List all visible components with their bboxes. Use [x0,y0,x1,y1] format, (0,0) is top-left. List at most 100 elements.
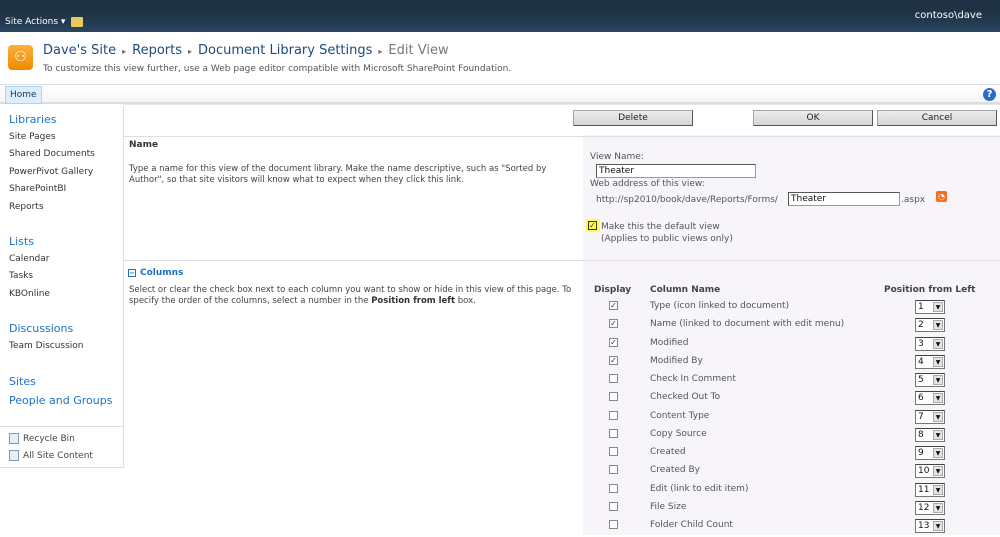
tab-home[interactable]: Home [5,86,42,104]
position-value: 12 [918,502,930,513]
nav-kbonline[interactable]: KBOnline [9,289,50,299]
desc-text: Select or clear the check box next to ea… [129,285,572,306]
divider [124,136,1000,137]
position-value: 9 [918,448,924,458]
url-suffix: .aspx [901,195,926,205]
breadcrumb: Dave's Site ▸ Reports ▸ Document Library Set… [43,43,449,58]
nav-libraries[interactable]: Libraries [9,113,57,126]
column-row: Checked Out To 6 ▼ [585,391,1000,409]
site-logo-icon[interactable]: ⚇ [8,45,33,70]
navigate-up-icon[interactable] [71,17,83,27]
display-checkbox[interactable] [609,501,618,511]
display-checkbox[interactable]: ✓ [609,319,618,329]
position-select[interactable]: 6 ▼ [915,391,945,406]
name-section-heading: Name [129,140,159,150]
position-select[interactable]: 9 ▼ [915,446,945,460]
dropdown-arrow-icon: ▼ [933,375,943,385]
dropdown-arrow-icon: ▼ [933,356,943,367]
breadcrumb-reports[interactable]: Reports [132,43,182,58]
nav-powerpivot-gallery[interactable]: PowerPivot Gallery [9,167,93,177]
cancel-button[interactable]: Cancel [877,110,997,126]
column-row: File Size 12 ▼ [585,500,1000,519]
display-checkbox[interactable] [609,392,618,402]
position-value: 13 [918,521,930,531]
column-name: Folder Child Count [650,520,733,530]
dropdown-arrow-icon: ▼ [933,484,943,495]
nav-sites[interactable]: Sites [9,375,36,388]
default-view-note: (Applies to public views only) [601,234,733,244]
column-name: Type (icon linked to document) [650,301,790,311]
nav-tasks[interactable]: Tasks [9,271,33,281]
column-name: Checked Out To [650,392,721,403]
nav-recycle-bin[interactable]: Recycle Bin [9,433,75,444]
column-row: Content Type 7 ▼ [585,409,1000,428]
position-select[interactable]: 5 ▼ [915,373,945,387]
ok-button[interactable]: OK [753,110,873,126]
position-select[interactable]: 2 ▼ [915,318,945,333]
nav-lists[interactable]: Lists [9,235,34,248]
help-icon[interactable]: ? [983,88,996,101]
columns-section-toggle[interactable]: − Columns [128,268,183,278]
display-checkbox[interactable]: ✓ [609,355,618,365]
nav-reports[interactable]: Reports [9,202,44,212]
columns-heading: Columns [140,268,184,278]
ribbon-tab-bar [0,85,1000,104]
web-address-input[interactable] [788,192,900,206]
position-select[interactable]: 13 ▼ [915,519,945,533]
breadcrumb-site[interactable]: Dave's Site [43,43,116,58]
display-checkbox[interactable] [609,447,618,456]
display-checkbox[interactable] [609,520,618,529]
column-row: Folder Child Count 13 ▼ [585,519,1000,537]
dropdown-arrow-icon: ▼ [933,502,943,513]
position-value: 3 [918,338,924,349]
dropdown-arrow-icon: ▼ [933,466,943,477]
user-menu[interactable]: contoso\dave [915,10,982,21]
view-name-input[interactable] [596,164,756,178]
breadcrumb-library-settings[interactable]: Document Library Settings [198,43,372,58]
display-checkbox[interactable] [609,374,618,383]
nav-discussions[interactable]: Discussions [9,322,73,335]
display-checkbox[interactable] [609,428,618,438]
dropdown-arrow-icon: ▼ [933,448,943,458]
display-checkbox[interactable] [609,483,618,493]
display-checkbox[interactable]: ✓ [609,301,618,310]
dropdown-arrow-icon: ▼ [933,302,943,312]
delete-button[interactable]: Delete [573,110,693,126]
view-name-label: View Name: [590,152,644,162]
header-position: Position from Left [884,285,976,295]
position-select[interactable]: 3 ▼ [915,336,945,351]
divider [124,260,1000,261]
dropdown-arrow-icon: ▼ [933,521,943,531]
column-name: Content Type [650,410,710,421]
position-select[interactable]: 1 ▼ [915,300,945,314]
position-select[interactable]: 4 ▼ [915,354,945,369]
position-select[interactable]: 10 ▼ [915,464,945,479]
position-value: 2 [918,320,924,331]
site-actions-menu[interactable]: Site Actions ▾ [5,17,65,27]
display-checkbox[interactable] [609,410,618,420]
nav-shared-documents[interactable]: Shared Documents [9,149,95,159]
position-select[interactable]: 7 ▼ [915,409,945,424]
position-select[interactable]: 12 ▼ [915,500,945,515]
display-checkbox[interactable] [609,465,618,475]
column-name: File Size [650,501,687,512]
collapse-icon: − [128,269,136,277]
default-view-checkbox[interactable]: ✓ [588,221,597,230]
position-select[interactable]: 8 ▼ [915,427,945,442]
display-checkbox[interactable]: ✓ [609,337,618,347]
top-bar [0,0,1000,32]
rss-icon[interactable]: ◔ [936,191,947,202]
dropdown-arrow-icon: ▼ [933,338,943,349]
nav-site-pages[interactable]: Site Pages [9,132,56,142]
dropdown-arrow-icon: ▼ [933,429,943,440]
chevron-right-icon: ▸ [378,47,383,56]
position-value: 10 [918,466,930,477]
nav-team-discussion[interactable]: Team Discussion [9,341,84,351]
all-site-content-label: All Site Content [23,451,93,461]
nav-sharepointbi[interactable]: SharePointBI [9,184,66,194]
position-value: 4 [918,356,924,367]
nav-calendar[interactable]: Calendar [9,254,49,264]
nav-people-and-groups[interactable]: People and Groups [9,394,112,407]
position-select[interactable]: 11 ▼ [915,482,945,497]
nav-all-site-content[interactable]: All Site Content [9,450,93,461]
